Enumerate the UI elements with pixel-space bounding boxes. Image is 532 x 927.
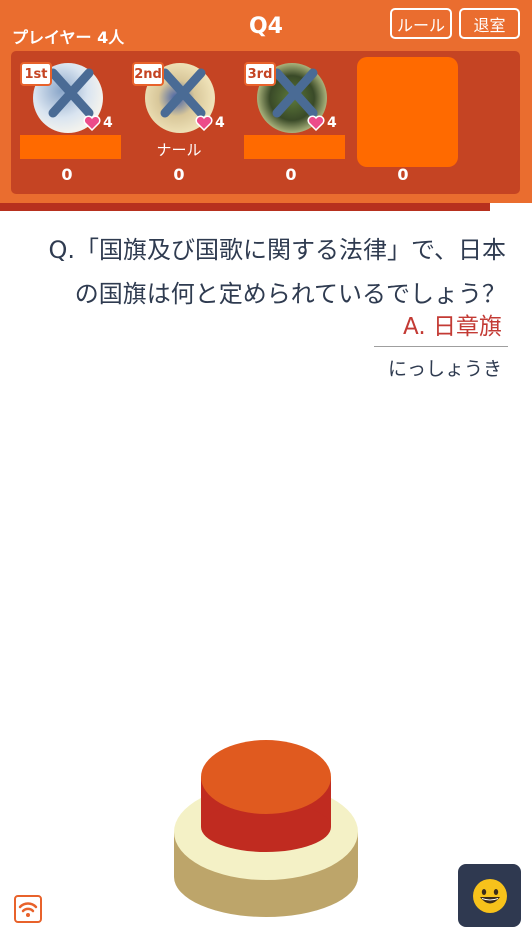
player-name: ナール bbox=[156, 141, 202, 159]
question-number: Q4 bbox=[248, 14, 283, 39]
answer-reading: にっしょうき bbox=[387, 358, 502, 380]
rank-badge: 3rd bbox=[244, 62, 276, 86]
answer-divider bbox=[374, 346, 508, 347]
lives-count: 4 bbox=[215, 115, 225, 131]
buzzer-button[interactable] bbox=[172, 737, 360, 917]
player-card-1[interactable]: 1st 4 0 bbox=[11, 51, 123, 194]
player-card-3[interactable]: 3rd 4 0 bbox=[235, 51, 347, 194]
heart-icon bbox=[307, 115, 325, 131]
player-count: プレイヤー 4人 bbox=[12, 28, 125, 47]
player-name-redacted bbox=[20, 135, 121, 159]
player-score: 0 bbox=[173, 165, 185, 184]
rank-badge: 2nd bbox=[132, 62, 164, 86]
wifi-icon[interactable] bbox=[14, 895, 42, 923]
smiley-face-icon bbox=[472, 878, 507, 913]
rank-badge: 1st bbox=[20, 62, 52, 86]
player-score: 0 bbox=[285, 165, 297, 184]
lives-count: 4 bbox=[327, 115, 337, 131]
heart-icon bbox=[83, 115, 101, 131]
player-score: 0 bbox=[397, 165, 409, 184]
lives-counter: 4 bbox=[195, 115, 225, 131]
player-card-4[interactable]: 0 bbox=[347, 51, 459, 194]
question-text: Q.「国旗及び国歌に関する法律」で、日本の国旗は何と定められているでしょう？ bbox=[48, 236, 506, 308]
header-divider bbox=[0, 203, 490, 211]
player-panel: 1st 4 0 2nd 4 ナール 0 3rd 4 0 0 bbox=[11, 51, 520, 194]
player-name-redacted bbox=[244, 135, 345, 159]
answer-text: A. 日章旗 bbox=[403, 314, 502, 340]
lives-count: 4 bbox=[103, 115, 113, 131]
rule-button[interactable]: ルール bbox=[390, 8, 452, 39]
player-score: 0 bbox=[61, 165, 73, 184]
lives-counter: 4 bbox=[307, 115, 337, 131]
exit-room-button[interactable]: 退室 bbox=[459, 8, 520, 39]
player-card-2[interactable]: 2nd 4 ナール 0 bbox=[123, 51, 235, 194]
header: プレイヤー 4人 Q4 ルール 退室 1st 4 0 2nd 4 ナール 0 3… bbox=[0, 0, 532, 203]
emoji-reaction-button[interactable] bbox=[458, 864, 521, 927]
player-placeholder bbox=[357, 57, 458, 167]
quiz-screen: プレイヤー 4人 Q4 ルール 退室 1st 4 0 2nd 4 ナール 0 3… bbox=[0, 0, 532, 927]
heart-icon bbox=[195, 115, 213, 131]
lives-counter: 4 bbox=[83, 115, 113, 131]
